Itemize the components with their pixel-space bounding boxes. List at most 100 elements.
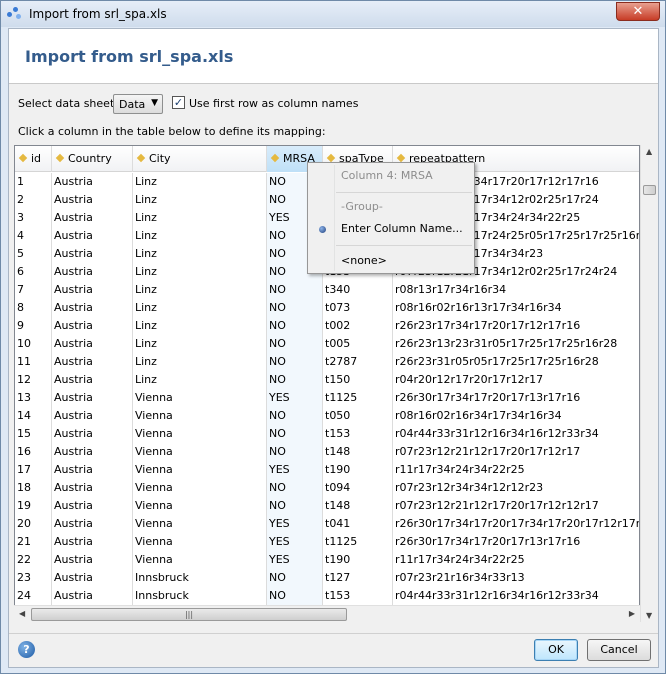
table-cell[interactable]: Linz	[133, 353, 267, 371]
table-cell[interactable]: r07r23r12r34r34r12r12r23	[393, 479, 639, 497]
table-cell[interactable]: 24	[15, 587, 52, 605]
horizontal-scrollbar[interactable]: ◀ ||| ▶	[14, 605, 640, 622]
table-row[interactable]: 15 Austria Vienna NO t153 r04r44r33r31r12r16r…	[15, 425, 639, 443]
table-cell[interactable]: t190	[323, 551, 393, 569]
table-cell[interactable]: YES	[267, 461, 323, 479]
table-cell[interactable]: t050	[323, 407, 393, 425]
table-cell[interactable]: NO	[267, 371, 323, 389]
table-cell[interactable]: 15	[15, 425, 52, 443]
table-cell[interactable]: NO	[267, 299, 323, 317]
table-cell[interactable]: r07r23r12r21r12r17r20r17r12r17	[393, 443, 639, 461]
table-cell[interactable]: Austria	[52, 227, 133, 245]
table-cell[interactable]: Austria	[52, 461, 133, 479]
table-cell[interactable]: Vienna	[133, 497, 267, 515]
menu-item-enter-column-name[interactable]: Enter Column Name...	[308, 219, 474, 239]
table-cell[interactable]: 16	[15, 443, 52, 461]
table-cell[interactable]: Linz	[133, 335, 267, 353]
table-row[interactable]: 17 Austria Vienna YES t190 r11r17r34r24r34r22…	[15, 461, 639, 479]
table-cell[interactable]: Austria	[52, 317, 133, 335]
table-cell[interactable]: Austria	[52, 533, 133, 551]
first-row-label[interactable]: Use first row as column names	[189, 97, 358, 110]
table-cell[interactable]: t148	[323, 497, 393, 515]
table-cell[interactable]: t005	[323, 335, 393, 353]
table-cell[interactable]: t153	[323, 587, 393, 605]
table-cell[interactable]: Linz	[133, 371, 267, 389]
table-cell[interactable]: 21	[15, 533, 52, 551]
table-cell[interactable]: Austria	[52, 443, 133, 461]
table-cell[interactable]: NO	[267, 479, 323, 497]
table-row[interactable]: 21 Austria Vienna YES t1125 r26r30r17r34r17r2…	[15, 533, 639, 551]
table-cell[interactable]: r26r23r31r05r05r17r25r17r25r16r28	[393, 353, 639, 371]
table-cell[interactable]: r26r30r17r34r17r20r17r13r17r16	[393, 533, 639, 551]
table-cell[interactable]: 18	[15, 479, 52, 497]
table-cell[interactable]: r04r44r33r31r12r16r34r16r12r33r34	[393, 587, 639, 605]
table-cell[interactable]: t1125	[323, 389, 393, 407]
table-cell[interactable]: Linz	[133, 317, 267, 335]
table-row[interactable]: 19 Austria Vienna NO t148 r07r23r12r21r12r17r…	[15, 497, 639, 515]
table-cell[interactable]: r08r13r17r34r16r34	[393, 281, 639, 299]
table-cell[interactable]: r26r23r13r23r31r05r17r25r17r25r16r28	[393, 335, 639, 353]
table-cell[interactable]: 17	[15, 461, 52, 479]
table-cell[interactable]: YES	[267, 389, 323, 407]
table-cell[interactable]: t002	[323, 317, 393, 335]
table-cell[interactable]: Vienna	[133, 461, 267, 479]
table-cell[interactable]: t073	[323, 299, 393, 317]
table-cell[interactable]: Austria	[52, 569, 133, 587]
table-cell[interactable]: r07r23r12r21r12r17r20r17r12r12r17	[393, 497, 639, 515]
first-row-checkbox[interactable]: ✓	[172, 96, 185, 109]
table-cell[interactable]: Austria	[52, 515, 133, 533]
table-cell[interactable]: Vienna	[133, 407, 267, 425]
table-row[interactable]: 10 Austria Linz NO t005 r26r23r13r23r31r05r17…	[15, 335, 639, 353]
table-cell[interactable]: Linz	[133, 281, 267, 299]
table-row[interactable]: 16 Austria Vienna NO t148 r07r23r12r21r12r17r…	[15, 443, 639, 461]
table-cell[interactable]: t094	[323, 479, 393, 497]
table-cell[interactable]: Vienna	[133, 515, 267, 533]
table-cell[interactable]: t150	[323, 371, 393, 389]
table-cell[interactable]: NO	[267, 335, 323, 353]
table-cell[interactable]: Linz	[133, 299, 267, 317]
table-cell[interactable]: YES	[267, 533, 323, 551]
table-cell[interactable]: Austria	[52, 245, 133, 263]
table-cell[interactable]: Austria	[52, 209, 133, 227]
table-cell[interactable]: 7	[15, 281, 52, 299]
table-cell[interactable]: t127	[323, 569, 393, 587]
table-cell[interactable]: Austria	[52, 497, 133, 515]
table-cell[interactable]: t153	[323, 425, 393, 443]
table-cell[interactable]: 10	[15, 335, 52, 353]
table-cell[interactable]: Austria	[52, 191, 133, 209]
table-cell[interactable]: 9	[15, 317, 52, 335]
table-cell[interactable]: Vienna	[133, 389, 267, 407]
table-cell[interactable]: Linz	[133, 173, 267, 191]
table-cell[interactable]: t190	[323, 461, 393, 479]
table-cell[interactable]: Austria	[52, 371, 133, 389]
table-cell[interactable]: 11	[15, 353, 52, 371]
table-row[interactable]: 24 Austria Innsbruck NO t153 r04r44r33r31r12r…	[15, 587, 639, 605]
table-cell[interactable]: t041	[323, 515, 393, 533]
table-row[interactable]: 13 Austria Vienna YES t1125 r26r30r17r34r17r2…	[15, 389, 639, 407]
table-cell[interactable]: Austria	[52, 263, 133, 281]
table-row[interactable]: 22 Austria Vienna YES t190 r11r17r34r24r34r22…	[15, 551, 639, 569]
table-cell[interactable]: Linz	[133, 191, 267, 209]
table-cell[interactable]: t148	[323, 443, 393, 461]
table-cell[interactable]: Linz	[133, 227, 267, 245]
table-cell[interactable]: r11r17r34r24r34r22r25	[393, 551, 639, 569]
scroll-right-icon[interactable]: ▶	[629, 609, 635, 618]
table-cell[interactable]: Austria	[52, 551, 133, 569]
table-cell[interactable]: 22	[15, 551, 52, 569]
table-cell[interactable]: Austria	[52, 407, 133, 425]
table-cell[interactable]: Austria	[52, 335, 133, 353]
table-cell[interactable]: Vienna	[133, 479, 267, 497]
table-cell[interactable]: Linz	[133, 245, 267, 263]
table-cell[interactable]: r04r44r33r31r12r16r34r16r12r33r34	[393, 425, 639, 443]
table-cell[interactable]: YES	[267, 551, 323, 569]
scroll-up-icon[interactable]: ▲	[646, 147, 652, 156]
table-cell[interactable]: Austria	[52, 587, 133, 605]
table-cell[interactable]: Austria	[52, 281, 133, 299]
table-cell[interactable]: Linz	[133, 263, 267, 281]
close-button[interactable]: ✕	[616, 2, 660, 21]
table-cell[interactable]: t340	[323, 281, 393, 299]
table-cell[interactable]: 1	[15, 173, 52, 191]
vertical-scroll-thumb[interactable]	[643, 185, 656, 195]
table-cell[interactable]: NO	[267, 281, 323, 299]
table-cell[interactable]: Vienna	[133, 443, 267, 461]
